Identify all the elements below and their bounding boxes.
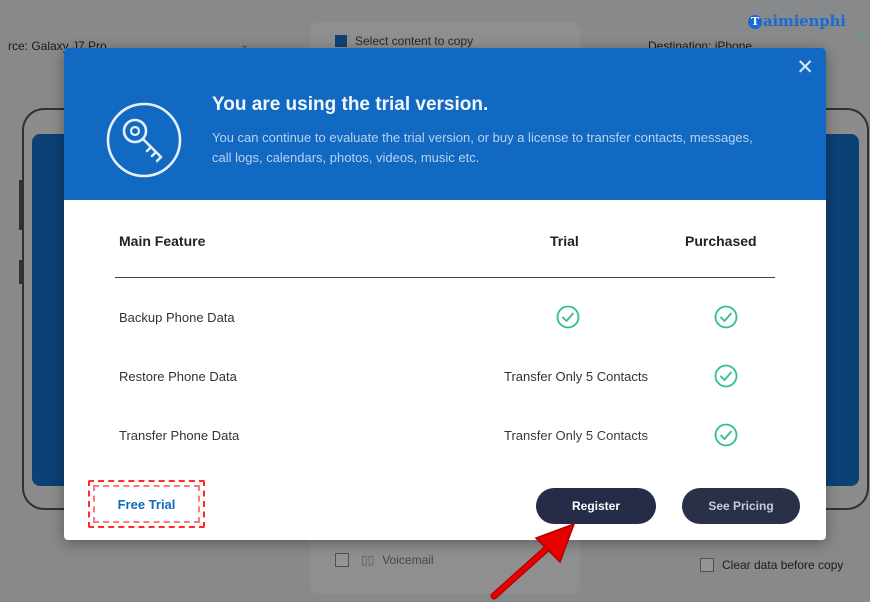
column-header-feature: Main Feature [119, 233, 206, 249]
header-divider [115, 277, 775, 278]
dialog-title: You are using the trial version. [212, 94, 489, 115]
see-pricing-button[interactable]: See Pricing [682, 488, 800, 524]
free-trial-button[interactable]: Free Trial [90, 497, 203, 512]
logo-sub: .vn [856, 32, 867, 41]
trial-limit-text: Transfer Only 5 Contacts [503, 428, 648, 443]
close-icon[interactable]: ✕ [796, 57, 814, 78]
watermark-logo: Taimienphi [748, 12, 846, 30]
feature-name: Backup Phone Data [119, 310, 235, 325]
trial-dialog: ✕ You are using the trial version. You c… [64, 48, 826, 540]
feature-name: Transfer Phone Data [119, 428, 240, 443]
column-header-trial: Trial [550, 233, 579, 249]
dialog-header: ✕ You are using the trial version. You c… [64, 48, 826, 200]
table-row: Restore Phone Data Transfer Only 5 Conta… [64, 363, 826, 393]
logo-initial: T [748, 15, 762, 29]
check-circle-icon [714, 364, 738, 388]
logo-text: aimienphi [763, 12, 846, 30]
check-circle-icon [556, 305, 580, 329]
dialog-description: You can continue to evaluate the trial v… [212, 130, 753, 165]
check-circle-icon [714, 423, 738, 447]
check-circle-icon [714, 305, 738, 329]
free-trial-highlight: Free Trial [88, 480, 205, 528]
key-icon [106, 102, 182, 178]
feature-name: Restore Phone Data [119, 369, 237, 384]
table-row: Backup Phone Data [64, 304, 826, 334]
table-row: Transfer Phone Data Transfer Only 5 Cont… [64, 422, 826, 452]
red-arrow-pointer [490, 522, 576, 600]
trial-limit-text: Transfer Only 5 Contacts [503, 369, 648, 384]
column-header-purchased: Purchased [685, 233, 757, 249]
